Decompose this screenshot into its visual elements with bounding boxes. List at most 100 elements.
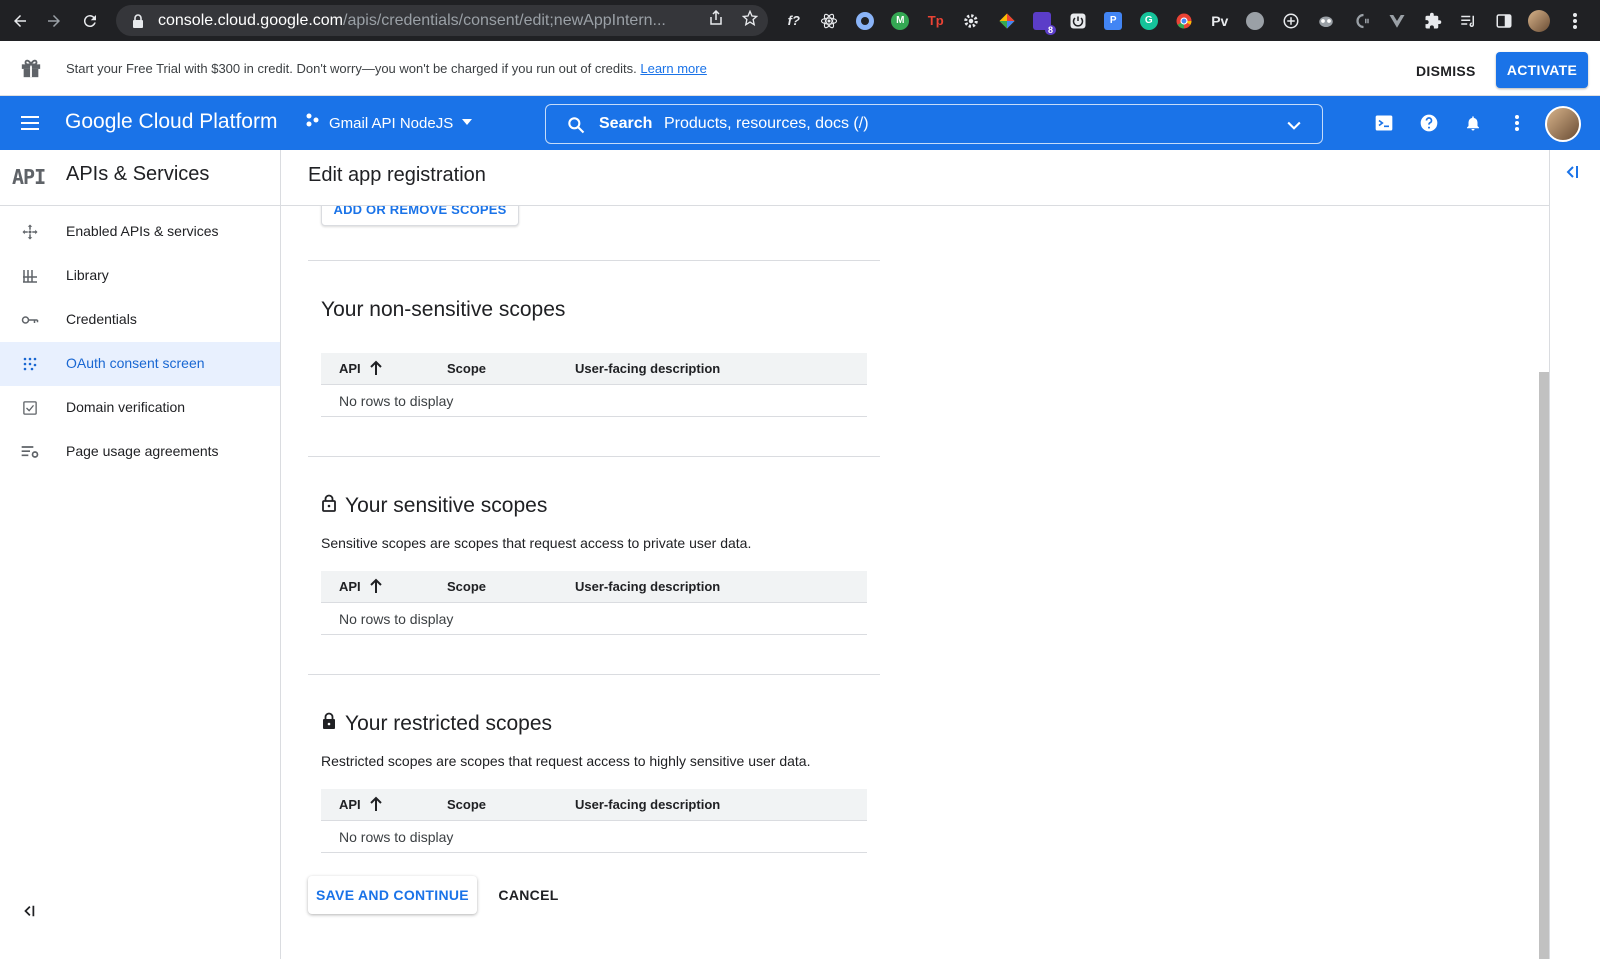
project-name: Gmail API NodeJS [329,114,454,132]
add-or-remove-scopes-button[interactable]: ADD OR REMOVE SCOPES [321,206,519,226]
cloud-shell-icon[interactable] [1371,110,1397,136]
sort-ascending-icon[interactable] [369,796,383,817]
notifications-bell-icon[interactable] [1460,110,1486,136]
stack-extension-icon[interactable]: 8 [1025,0,1061,41]
project-icon [305,113,321,133]
column-api[interactable]: API [339,797,361,812]
power-extension-icon[interactable] [1060,0,1096,41]
tp-extension-icon[interactable]: Tp [918,0,954,41]
key-icon [20,310,40,330]
browser-menu-icon[interactable] [1557,0,1593,41]
grey-circle-extension-icon[interactable] [1238,0,1274,41]
menu-icon[interactable] [18,111,42,135]
forward-icon[interactable] [36,0,72,41]
column-user-facing-description[interactable]: User-facing description [575,361,720,376]
column-user-facing-description[interactable]: User-facing description [575,797,720,812]
sidebar-item-credentials[interactable]: Credentials [0,298,280,342]
sidebar-item-label: Library [66,267,109,283]
address-bar[interactable]: console.cloud.google.com/apis/credential… [116,5,768,36]
account-avatar[interactable] [1545,106,1581,142]
sort-ascending-icon[interactable] [369,360,383,381]
sidebar-item-oauth-consent-screen[interactable]: OAuth consent screen [0,342,280,386]
sidebar-item-domain-verification[interactable]: Domain verification [0,386,280,430]
api-logo: API [12,165,46,189]
project-picker[interactable]: Gmail API NodeJS [305,110,473,136]
react-devtools-icon[interactable] [812,0,848,41]
extension-badge: 8 [1044,25,1056,35]
sensitive-scopes-table: API Scope User-facing description No row… [321,571,867,635]
scrollbar-thumb[interactable] [1539,372,1549,959]
chrome-extension-icon[interactable] [1167,0,1203,41]
sensitive-scopes-description: Sensitive scopes are scopes that request… [321,535,752,551]
sidebar-item-label: Domain verification [66,399,186,415]
column-scope[interactable]: Scope [447,797,486,812]
table-header: API Scope User-facing description [321,571,867,603]
pv-extension-icon[interactable]: Pv [1202,0,1238,41]
column-scope[interactable]: Scope [447,361,486,376]
help-icon[interactable] [1416,110,1442,136]
puzzle-extensions-icon[interactable] [1415,0,1451,41]
product-title[interactable]: Google Cloud Platform [65,110,277,134]
code-extension-icon[interactable] [1344,0,1380,41]
gift-icon [20,57,42,84]
owl-extension-icon[interactable] [1309,0,1345,41]
divider [0,205,280,206]
sidebar-item-page-usage-agreements[interactable]: Page usage agreements [0,430,280,474]
sidebar-item-label: Page usage agreements [66,443,219,459]
profile-avatar[interactable] [1522,0,1558,41]
sensitive-scopes-title: Your sensitive scopes [321,494,547,518]
sidebar-item-label: Enabled APIs & services [66,223,219,239]
collapse-nav-icon[interactable] [22,904,36,921]
lock-filled-icon [321,712,337,736]
non-sensitive-scopes-title: Your non-sensitive scopes [321,298,566,321]
p-extension-icon[interactable]: P [1096,0,1132,41]
column-api[interactable]: API [339,361,361,376]
empty-row: No rows to display [321,603,867,635]
green-m-extension-icon[interactable]: M [883,0,919,41]
divider [308,260,880,261]
sidebar-item-library[interactable]: Library [0,254,280,298]
grammarly-icon[interactable]: G [1131,0,1167,41]
library-icon [20,266,40,286]
column-user-facing-description[interactable]: User-facing description [575,579,720,594]
consent-grid-icon [20,354,40,374]
circle-extension-icon[interactable] [847,0,883,41]
chevron-down-icon[interactable] [1284,115,1304,140]
sort-ascending-icon[interactable] [369,578,383,599]
activate-button[interactable]: ACTIVATE [1496,52,1588,88]
trial-message: Start your Free Trial with $300 in credi… [66,61,707,76]
column-api[interactable]: API [339,579,361,594]
reading-list-icon[interactable] [1451,0,1487,41]
console-header: Google Cloud Platform Gmail API NodeJS S… [0,96,1600,150]
sidebar-item-enabled-apis[interactable]: Enabled APIs & services [0,210,280,254]
color-picker-extension-icon[interactable] [989,0,1025,41]
divider [308,456,880,457]
caret-down-icon [461,115,473,132]
checkbox-icon [20,398,40,418]
learn-more-link[interactable]: Learn more [640,61,706,76]
formula-extension-icon[interactable]: f? [776,0,812,41]
gear-extension-icon[interactable] [954,0,990,41]
expand-panel-icon[interactable] [1564,164,1580,185]
back-icon[interactable] [2,0,38,41]
vue-devtools-icon[interactable] [1380,0,1416,41]
more-options-icon[interactable] [1504,110,1530,136]
dismiss-button[interactable]: DISMISS [1408,53,1484,89]
right-side-rail [1549,150,1600,959]
apis-hub-icon [20,222,40,242]
search-input[interactable]: Search Products, resources, docs (/) [545,104,1323,144]
scroll-content[interactable]: ADD OR REMOVE SCOPES Your non-sensitive … [281,206,1531,959]
reload-icon[interactable] [72,0,108,41]
bookmark-star-icon[interactable] [741,9,759,31]
non-sensitive-scopes-table: API Scope User-facing description No row… [321,353,867,417]
vpn-extension-icon[interactable] [1273,0,1309,41]
column-scope[interactable]: Scope [447,579,486,594]
side-panel-icon[interactable] [1486,0,1522,41]
sidebar-item-label: OAuth consent screen [66,355,205,371]
page-title: Edit app registration [308,164,486,186]
left-navigation: API APIs & Services Enabled APIs & servi… [0,150,281,959]
share-icon[interactable] [708,9,724,31]
empty-row: No rows to display [321,821,867,853]
save-and-continue-button[interactable]: SAVE AND CONTINUE [308,876,477,914]
cancel-button[interactable]: CANCEL [491,876,566,914]
